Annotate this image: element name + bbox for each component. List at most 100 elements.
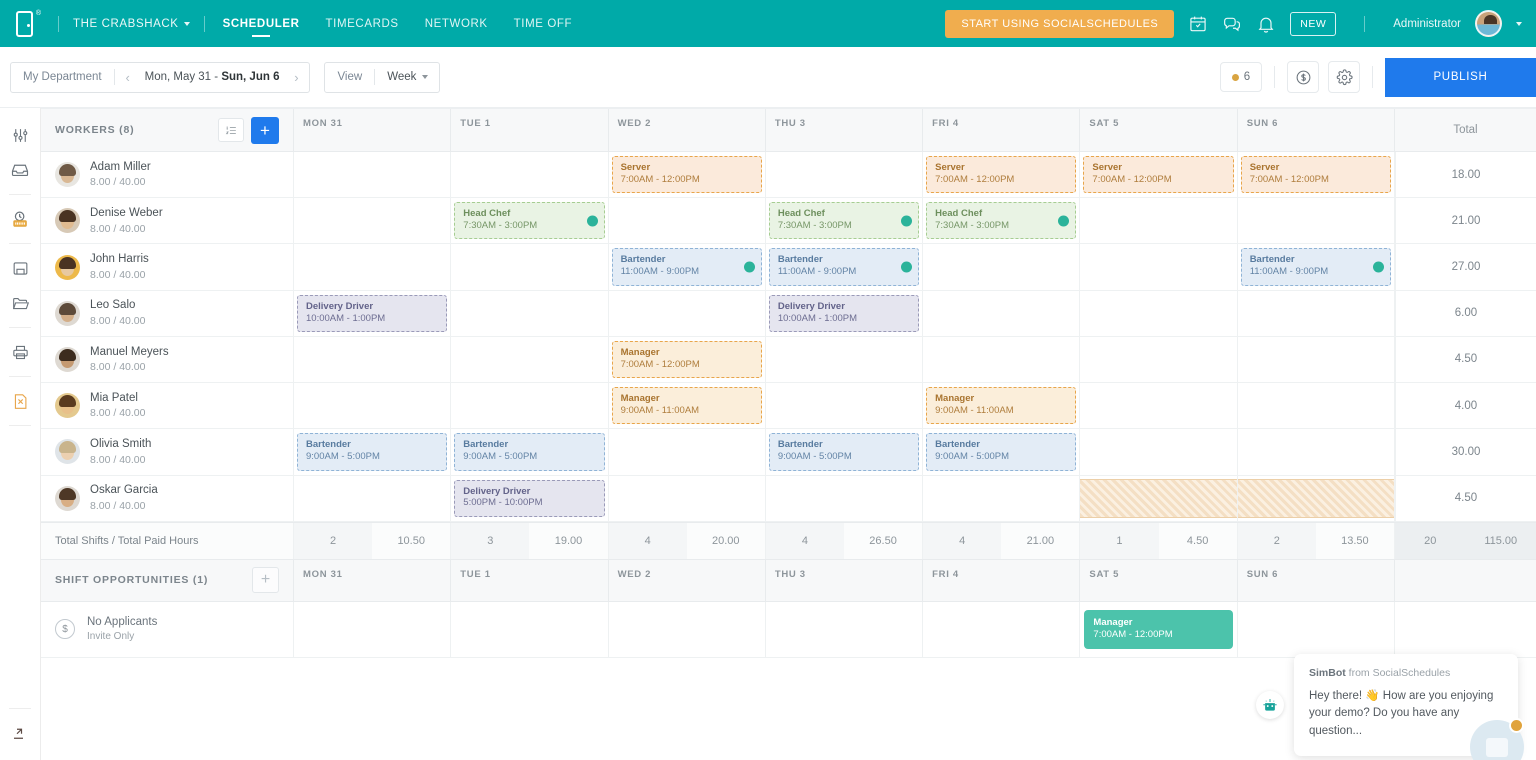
schedule-cell[interactable]: Server 7:00AM - 12:00PM	[1238, 152, 1395, 198]
schedule-cell[interactable]	[294, 244, 452, 290]
shift-card[interactable]: Head Chef 7:30AM - 3:00PM	[768, 202, 920, 240]
schedule-cell[interactable]: Bartender 9:00AM - 5:00PM	[451, 429, 609, 475]
shift-card[interactable]: Manager 7:00AM - 12:00PM	[611, 340, 762, 379]
schedule-cell[interactable]	[609, 290, 766, 336]
schedule-cell[interactable]	[1237, 475, 1395, 521]
inbox-icon[interactable]	[5, 155, 35, 185]
schedule-cell[interactable]	[1080, 244, 1238, 290]
alerts-pill[interactable]: 6	[1220, 62, 1262, 92]
opportunity-cell[interactable]: Manager 7:00AM - 12:00PM	[1080, 601, 1238, 657]
collapse-icon[interactable]	[5, 718, 35, 748]
previous-week-button[interactable]: ‹	[115, 63, 141, 92]
shift-card[interactable]: Bartender 9:00AM - 5:00PM	[454, 433, 605, 471]
add-shift-button[interactable]: +	[251, 116, 279, 144]
schedule-cell[interactable]	[451, 244, 609, 290]
schedule-cell[interactable]	[1080, 383, 1238, 429]
schedule-cell[interactable]	[1080, 475, 1238, 521]
opportunity-cell[interactable]	[766, 601, 924, 657]
new-badge[interactable]: NEW	[1290, 11, 1337, 36]
shift-card[interactable]: Delivery Driver 5:00PM - 10:00PM	[454, 479, 605, 517]
opportunity-shift-card[interactable]: Manager 7:00AM - 12:00PM	[1084, 609, 1233, 649]
sliders-icon[interactable]	[5, 120, 35, 150]
schedule-cell[interactable]	[766, 383, 924, 429]
schedule-cell[interactable]	[1238, 429, 1395, 475]
shift-card[interactable]: Head Chef 7:30AM - 3:00PM	[926, 202, 1077, 240]
time-off-block[interactable]	[1080, 478, 1237, 518]
schedule-cell[interactable]: Delivery Driver 5:00PM - 10:00PM	[451, 475, 609, 521]
schedule-cell[interactable]: Head Chef 7:30AM - 3:00PM	[451, 198, 609, 244]
start-using-socialschedules-button[interactable]: START USING SOCIALSCHEDULES	[945, 9, 1175, 38]
worker-cell[interactable]: Manuel Meyers 8.00 / 40.00	[41, 336, 294, 383]
opportunity-cell[interactable]	[1238, 601, 1395, 657]
schedule-cell[interactable]: Manager 9:00AM - 11:00AM	[609, 383, 766, 429]
schedule-cell[interactable]: Server 7:00AM - 12:00PM	[923, 152, 1081, 198]
schedule-cell[interactable]	[923, 475, 1081, 521]
worker-cell[interactable]: Adam Miller 8.00 / 40.00	[41, 152, 294, 198]
schedule-cell[interactable]	[766, 336, 924, 383]
shift-card[interactable]: Delivery Driver 10:00AM - 1:00PM	[768, 294, 920, 332]
settings-button[interactable]	[1328, 61, 1360, 93]
shift-card[interactable]: Bartender 9:00AM - 5:00PM	[768, 433, 920, 471]
app-logo-icon[interactable]: ®	[14, 9, 41, 39]
shift-card[interactable]: Server 7:00AM - 12:00PM	[611, 156, 762, 194]
sort-workers-button[interactable]	[218, 118, 244, 142]
nav-item-timeoff[interactable]: TIME OFF	[514, 4, 572, 43]
printer-icon[interactable]	[5, 337, 35, 367]
schedule-cell[interactable]	[923, 336, 1081, 383]
shift-card[interactable]: Bartender 9:00AM - 5:00PM	[926, 433, 1077, 471]
schedule-cell[interactable]	[609, 475, 766, 521]
nav-item-network[interactable]: NETWORK	[425, 4, 488, 43]
opportunity-cell[interactable]	[451, 601, 609, 657]
schedule-cell[interactable]: Bartender 9:00AM - 5:00PM	[294, 429, 452, 475]
schedule-cell[interactable]	[1238, 290, 1395, 336]
document-x-icon[interactable]	[5, 386, 35, 416]
schedule-cell[interactable]: Bartender 11:00AM - 9:00PM	[1238, 244, 1395, 290]
worker-cell[interactable]: Olivia Smith 8.00 / 40.00	[41, 429, 294, 475]
schedule-cell[interactable]: Head Chef 7:30AM - 3:00PM	[766, 198, 924, 244]
brand-selector[interactable]: THE CRABSHACK	[73, 18, 190, 30]
opportunity-cell[interactable]	[294, 601, 452, 657]
shift-card[interactable]: Bartender 9:00AM - 5:00PM	[297, 433, 448, 471]
schedule-cell[interactable]	[294, 475, 452, 521]
schedule-cell[interactable]	[1238, 198, 1395, 244]
bell-icon[interactable]	[1256, 14, 1276, 34]
schedule-cell[interactable]	[609, 429, 766, 475]
user-avatar[interactable]	[1475, 10, 1502, 37]
labor-cost-button[interactable]	[1287, 61, 1319, 93]
shift-card[interactable]: Bartender 11:00AM - 9:00PM	[611, 248, 762, 286]
schedule-cell[interactable]	[1080, 198, 1238, 244]
schedule-cell[interactable]	[451, 152, 609, 198]
shift-card[interactable]: Bartender 11:00AM - 9:00PM	[768, 248, 920, 286]
schedule-cell[interactable]: Server 7:00AM - 12:00PM	[609, 152, 766, 198]
nav-item-scheduler[interactable]: SCHEDULER	[223, 4, 300, 43]
shift-card[interactable]: Manager 9:00AM - 11:00AM	[611, 387, 762, 425]
shift-card[interactable]: Server 7:00AM - 12:00PM	[1240, 156, 1391, 194]
schedule-cell[interactable]	[1238, 383, 1395, 429]
shift-card[interactable]: Head Chef 7:30AM - 3:00PM	[454, 202, 605, 240]
timeclock-icon[interactable]	[5, 204, 35, 234]
schedule-cell[interactable]	[923, 244, 1081, 290]
folder-icon[interactable]	[5, 288, 35, 318]
schedule-cell[interactable]	[1238, 336, 1395, 383]
schedule-cell[interactable]: Delivery Driver 10:00AM - 1:00PM	[766, 290, 924, 336]
simbot-avatar-icon[interactable]	[1256, 690, 1284, 719]
worker-cell[interactable]: Leo Salo 8.00 / 40.00	[41, 290, 294, 336]
schedule-cell[interactable]: Manager 7:00AM - 12:00PM	[609, 336, 766, 383]
nav-item-timecards[interactable]: TIMECARDS	[326, 4, 399, 43]
schedule-cell[interactable]	[766, 152, 924, 198]
schedule-cell[interactable]: Head Chef 7:30AM - 3:00PM	[923, 198, 1081, 244]
schedule-cell[interactable]	[609, 198, 766, 244]
schedule-cell[interactable]: Bartender 11:00AM - 9:00PM	[766, 244, 924, 290]
schedule-cell[interactable]	[451, 290, 609, 336]
opportunity-cell[interactable]	[609, 601, 766, 657]
worker-cell[interactable]: Oskar Garcia 8.00 / 40.00	[41, 475, 294, 521]
shift-card[interactable]: Manager 9:00AM - 11:00AM	[926, 387, 1077, 425]
schedule-cell[interactable]	[294, 336, 452, 383]
schedule-cell[interactable]	[1080, 290, 1238, 336]
schedule-cell[interactable]	[766, 475, 924, 521]
schedule-cell[interactable]: Bartender 11:00AM - 9:00PM	[609, 244, 766, 290]
worker-cell[interactable]: John Harris 8.00 / 40.00	[41, 244, 294, 290]
schedule-cell[interactable]: Delivery Driver 10:00AM - 1:00PM	[294, 290, 452, 336]
view-chevron-wrap[interactable]	[422, 75, 439, 79]
opportunity-cell[interactable]	[923, 601, 1081, 657]
